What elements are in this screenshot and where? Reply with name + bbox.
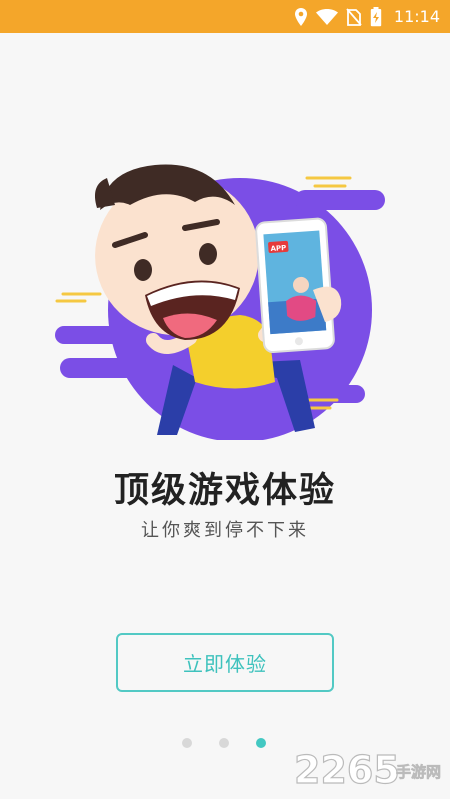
status-bar: 11:14 — [0, 0, 450, 33]
page-title: 顶级游戏体验 — [113, 471, 336, 511]
wifi-icon — [315, 8, 338, 25]
phone-badge: APP — [270, 244, 286, 253]
svg-text:2265: 2265 — [294, 748, 400, 791]
page-subtitle: 让你爽到停不下来 — [141, 520, 309, 541]
svg-text:手游网: 手游网 — [396, 763, 441, 781]
battery-charging-icon — [370, 6, 382, 27]
page-dot-2[interactable] — [218, 738, 229, 748]
page-dot-1[interactable] — [181, 738, 192, 748]
status-time: 11:14 — [393, 7, 440, 26]
hero-illustration: APP — [45, 150, 395, 442]
phone-graphic: APP — [255, 217, 335, 354]
page-dot-3[interactable] — [255, 738, 266, 748]
location-icon — [294, 7, 308, 26]
site-watermark-logo: 2265 手游网 — [293, 747, 444, 792]
try-now-button[interactable]: 立即体验 — [116, 633, 334, 692]
no-sim-icon — [346, 7, 362, 26]
